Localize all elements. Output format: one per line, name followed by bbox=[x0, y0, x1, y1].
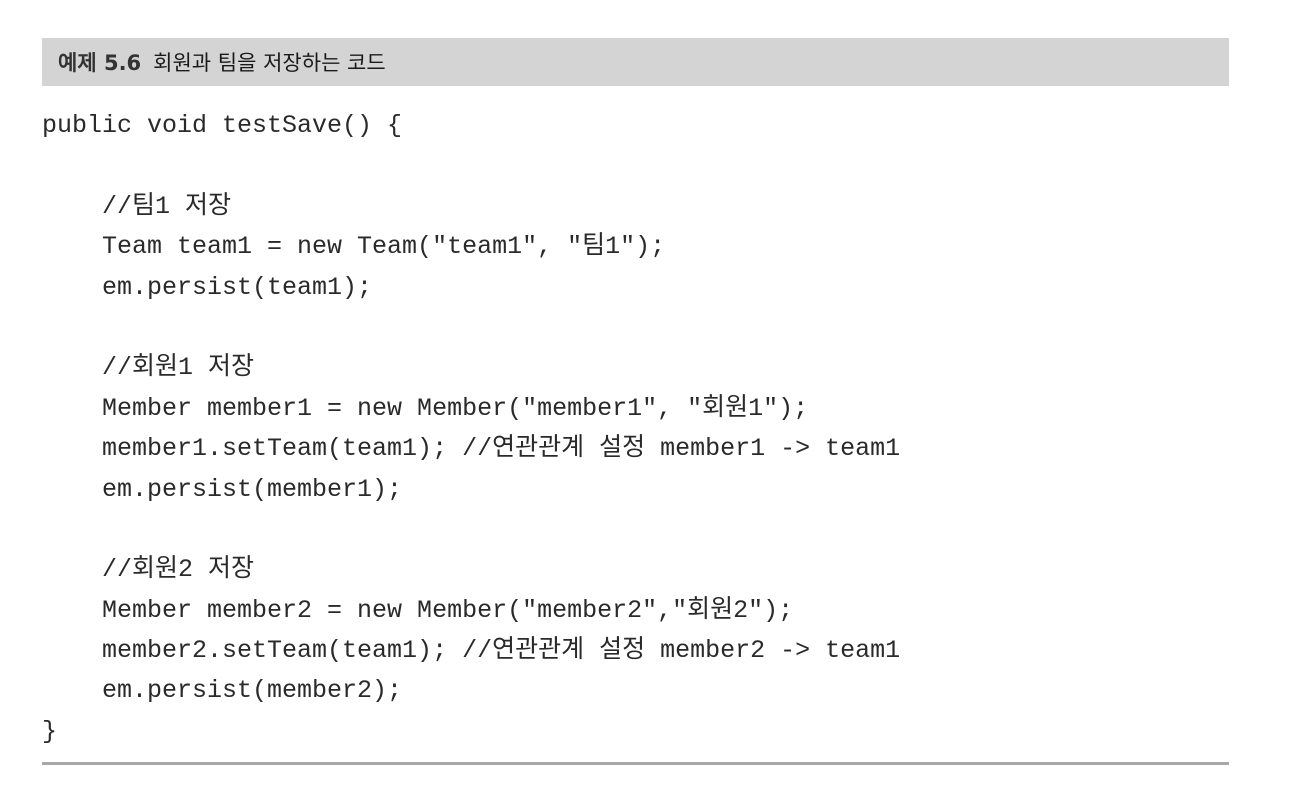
code-line-create-member2: Member member2 = new Member("member2","회… bbox=[42, 595, 794, 625]
code-line-comment-save-member2: //회원2 저장 bbox=[42, 555, 255, 585]
code-block: public void testSave() { //팀1 저장 Team te… bbox=[42, 106, 1229, 752]
code-line-set-team-member1: member1.setTeam(team1); //연관관계 설정 member… bbox=[42, 434, 901, 464]
example-label: 예제 5.6 bbox=[58, 51, 142, 75]
code-line-create-member1: Member member1 = new Member("member1", "… bbox=[42, 393, 809, 423]
bottom-divider bbox=[42, 762, 1229, 765]
code-line-method-signature: public void testSave() { bbox=[42, 111, 403, 140]
code-line-persist-member1: em.persist(member1); bbox=[42, 474, 403, 504]
code-line-comment-save-member1: //회원1 저장 bbox=[42, 353, 255, 383]
code-line-persist-team: em.persist(team1); bbox=[42, 272, 373, 302]
code-line-create-team: Team team1 = new Team("team1", "팀1"); bbox=[42, 232, 666, 262]
example-title: 회원과 팀을 저장하는 코드 bbox=[153, 51, 386, 75]
code-line-comment-save-team: //팀1 저장 bbox=[42, 191, 232, 221]
code-line-closing-brace: } bbox=[42, 716, 58, 746]
example-caption-bar: 예제 5.6 회원과 팀을 저장하는 코드 bbox=[42, 38, 1229, 86]
code-line-persist-member2: em.persist(member2); bbox=[42, 676, 403, 706]
code-line-set-team-member2: member2.setTeam(team1); //연관관계 설정 member… bbox=[42, 636, 901, 666]
